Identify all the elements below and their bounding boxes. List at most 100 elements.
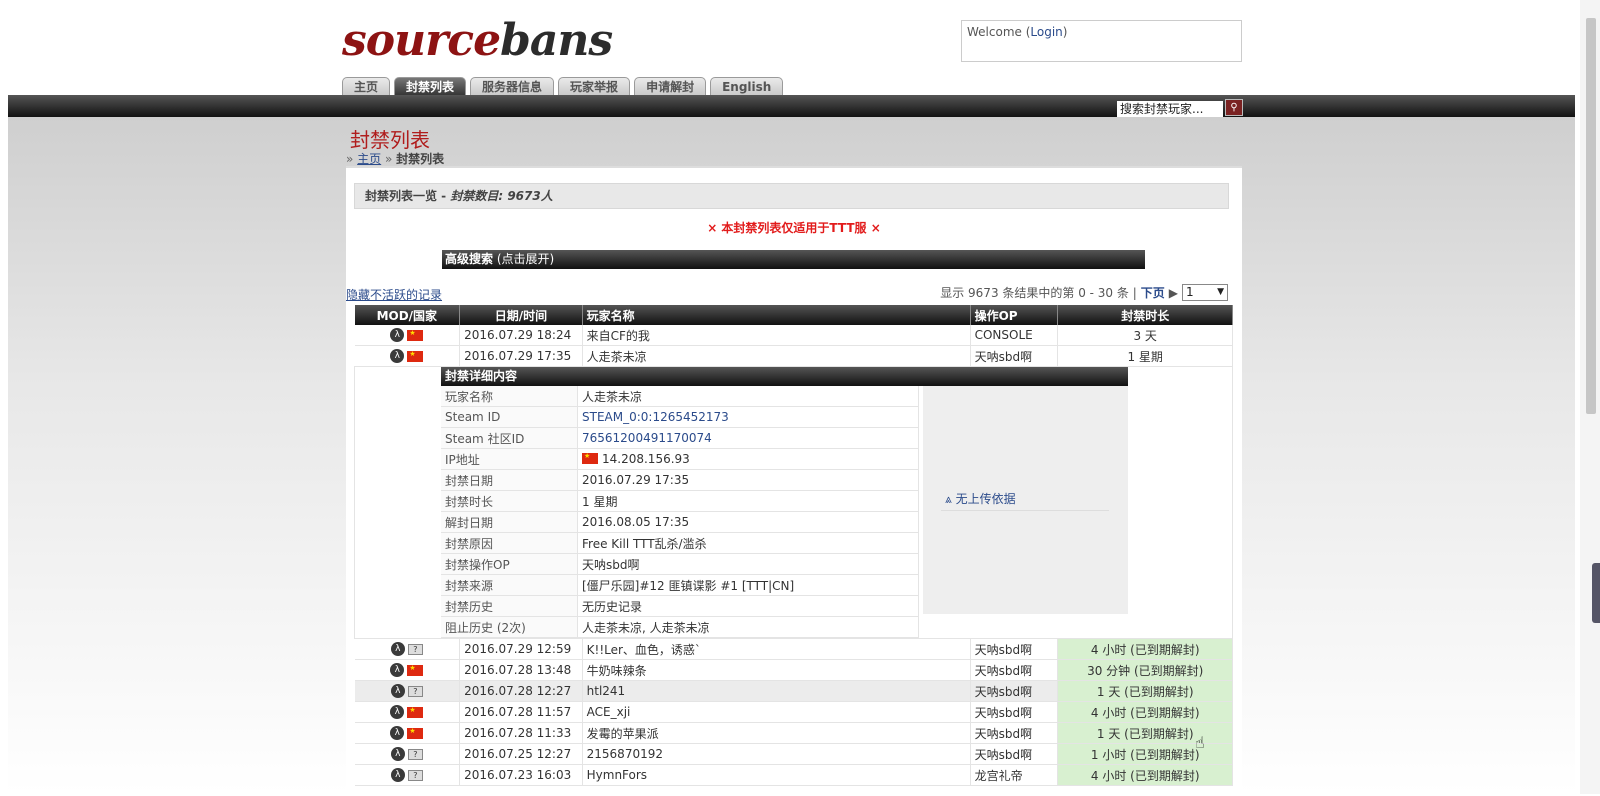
page-select[interactable]: 1: [1182, 284, 1228, 301]
scrollbar-thumb[interactable]: [1586, 18, 1596, 414]
tab-banlist[interactable]: 封禁列表: [394, 77, 467, 96]
row-admin: 天呐sbd啊: [970, 722, 1059, 744]
detail-key: 封禁日期: [441, 469, 578, 491]
table-row[interactable]: λ? 2016.07.28 12:27 htl241 天呐sbd啊 1 天 (已…: [354, 680, 1233, 702]
detail-value: Free Kill TTT乱杀/滥杀: [577, 532, 919, 554]
detail-key: 封禁时长: [441, 490, 578, 512]
table-row[interactable]: λ 2016.07.28 13:48 牛奶味辣条 天呐sbd啊 30 分钟 (已…: [354, 659, 1233, 681]
ban-detail-row: 封禁详细内容 玩家名称 人走茶未凉 Steam ID STEAM_0:0:12654…: [354, 366, 1233, 639]
row-player: htl241: [582, 680, 971, 702]
detail-key: 封禁操作OP: [441, 553, 578, 575]
row-player: 2156870192: [582, 743, 971, 765]
ip-text: 14.208.156.93: [602, 452, 690, 466]
table-row[interactable]: λ 2016.07.29 18:24 来自CF的我 CONSOLE 3 天: [354, 325, 1233, 346]
row-admin: 天呐sbd啊: [970, 743, 1059, 765]
row-length: 1 星期: [1057, 345, 1233, 367]
row-admin: 天呐sbd啊: [970, 701, 1059, 723]
row-date: 2016.07.28 11:57: [459, 701, 583, 723]
ban-detail-header: 封禁详细内容: [441, 367, 1128, 386]
row-date: 2016.07.29 12:59: [459, 638, 583, 660]
demo-link[interactable]: ⩓ 无上传依据: [945, 490, 1016, 507]
ip-value: 14.208.156.93: [577, 448, 919, 470]
hide-inactive-link[interactable]: 隐藏不活跃的记录: [346, 286, 442, 303]
next-arrow-icon[interactable]: ▶: [1169, 286, 1178, 300]
row-admin: CONSOLE: [970, 325, 1059, 346]
row-length: 1 天 (已到期解封): [1057, 722, 1233, 744]
mod-icon: λ: [390, 747, 405, 761]
top-bar: [8, 95, 1575, 117]
detail-key: 封禁历史: [441, 595, 578, 617]
row-date: 2016.07.28 12:27: [459, 680, 583, 702]
advanced-search-toggle[interactable]: 高级搜索 (点击展开): [442, 250, 1145, 269]
flag-cn-icon: [407, 350, 424, 362]
tab-report[interactable]: 玩家举报: [558, 77, 631, 96]
detail-value: [僵尸乐园]#12 匪镇谍影 #1 [TTT|CN]: [577, 574, 919, 596]
row-length: 1 小时 (已到期解封): [1057, 743, 1233, 765]
search-button[interactable]: ⚲: [1225, 99, 1243, 116]
breadcrumb-home[interactable]: 主页: [357, 152, 381, 166]
tab-appeal[interactable]: 申请解封: [634, 77, 707, 96]
tab-servers[interactable]: 服务器信息: [470, 77, 555, 96]
login-link[interactable]: Login: [1030, 25, 1062, 39]
table-row[interactable]: λ? 2016.07.25 12:27 2156870192 天呐sbd啊 1 …: [354, 743, 1233, 765]
flag-cn-icon: [407, 664, 424, 676]
mod-icon: λ: [390, 349, 405, 363]
row-date: 2016.07.28 13:48: [459, 659, 583, 681]
table-row[interactable]: λ 2016.07.28 11:33 发霉的苹果派 天呐sbd啊 1 天 (已到…: [354, 722, 1233, 744]
list-header-title: 封禁列表一览 -: [365, 189, 451, 203]
row-length: 4 小时 (已到期解封): [1057, 764, 1233, 786]
table-row[interactable]: λ? 2016.07.23 16:03 HymnFors 龙宫礼帝 4 小时 (…: [354, 764, 1233, 786]
tab-home[interactable]: 主页: [342, 77, 391, 96]
row-length: 3 天: [1057, 325, 1233, 346]
mod-icon: λ: [390, 663, 405, 677]
mod-icon: λ: [390, 328, 405, 342]
detail-key: 解封日期: [441, 511, 578, 533]
side-widget-tab[interactable]: [1592, 563, 1600, 623]
page-title: 封禁列表: [350, 128, 430, 152]
table-row[interactable]: λ 2016.07.28 11:57 ACE_xji 天呐sbd啊 4 小时 (…: [354, 701, 1233, 723]
row-player: 牛奶味辣条: [582, 659, 971, 681]
next-page-link[interactable]: 下页: [1141, 284, 1165, 301]
col-length: 封禁时长: [1057, 305, 1233, 325]
detail-value: 天呐sbd啊: [577, 553, 919, 575]
row-length: 4 小时 (已到期解封): [1057, 701, 1233, 723]
pagination-info: 显示 9673 条结果中的第 0 - 30 条 |: [940, 286, 1137, 300]
steam-id-value[interactable]: STEAM_0:0:1265452173: [577, 406, 919, 428]
row-player: K!!Ler、血色，诱惑`: [582, 638, 971, 660]
unknown-country-icon: ?: [407, 769, 423, 781]
logo-text-source: source: [342, 15, 501, 66]
detail-value: 无历史记录: [577, 595, 919, 617]
unknown-country-icon: ?: [407, 685, 423, 697]
welcome-text: Welcome (: [967, 25, 1031, 39]
row-date: 2016.07.25 12:27: [459, 743, 583, 765]
tab-english[interactable]: English: [710, 77, 784, 96]
flag-cn-icon: [407, 329, 424, 341]
detail-key: Steam ID: [441, 406, 578, 428]
ban-detail-panel: 封禁详细内容 玩家名称 人走茶未凉 Steam ID STEAM_0:0:12654…: [441, 367, 1128, 638]
search-input[interactable]: 搜索封禁玩家...: [1117, 101, 1223, 117]
detail-value: 2016.07.29 17:35: [577, 469, 919, 491]
col-admin: 操作OP: [970, 305, 1059, 325]
ban-count: 封禁数目: 9673人: [450, 189, 553, 203]
flag-cn-icon: [407, 727, 424, 739]
row-admin: 天呐sbd啊: [970, 638, 1059, 660]
sourcebans-logo[interactable]: sourcebans: [342, 18, 662, 64]
logo-text-bans: bans: [500, 15, 613, 66]
col-player: 玩家名称: [582, 305, 971, 325]
row-admin: 天呐sbd啊: [970, 659, 1059, 681]
flag-cn-icon: [582, 452, 598, 464]
community-id-link[interactable]: 76561200491170074: [577, 427, 919, 449]
mod-icon: λ: [390, 684, 405, 698]
detail-key: Steam 社区ID: [441, 427, 578, 449]
row-player: 来自CF的我: [582, 325, 971, 346]
detail-key: 玩家名称: [441, 386, 578, 407]
unknown-country-icon: ?: [407, 748, 423, 760]
flag-cn-icon: [407, 706, 424, 718]
table-row[interactable]: λ 2016.07.29 17:35 人走茶未凉 天呐sbd啊 1 星期: [354, 345, 1233, 367]
table-row[interactable]: λ? 2016.07.29 12:59 K!!Ler、血色，诱惑` 天呐sbd啊…: [354, 638, 1233, 660]
welcome-suffix: ): [1062, 25, 1068, 39]
main-nav: 主页 封禁列表 服务器信息 玩家举报 申请解封 English: [342, 77, 784, 96]
detail-value: 人走茶未凉, 人走茶未凉: [577, 616, 919, 638]
row-length: 30 分钟 (已到期解封): [1057, 659, 1233, 681]
row-length: 4 小时 (已到期解封): [1057, 638, 1233, 660]
